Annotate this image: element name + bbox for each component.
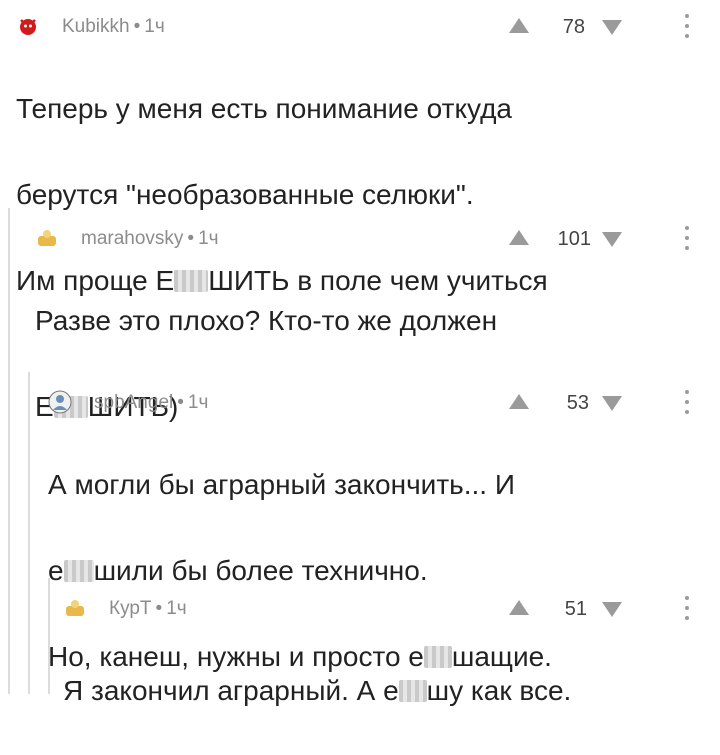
downvote-icon[interactable]	[602, 396, 622, 411]
text-line: е шили бы более технично.	[48, 555, 428, 586]
timestamp[interactable]: 1ч	[198, 228, 218, 249]
comment-meta: КурТ • 1ч	[109, 598, 187, 620]
downvote-icon[interactable]	[602, 20, 622, 35]
default-avatar[interactable]	[63, 596, 87, 620]
red-devil-avatar[interactable]	[16, 14, 40, 38]
censored-blur	[63, 560, 94, 582]
vote-count: 78	[562, 16, 585, 38]
timestamp[interactable]: 1ч	[144, 16, 164, 37]
vote-count: 53	[566, 392, 589, 414]
more-options-icon[interactable]	[681, 224, 693, 252]
comment-header: КурТ • 1ч 51	[63, 592, 705, 626]
censored-blur	[398, 680, 427, 702]
username[interactable]: marahovsky	[81, 228, 183, 249]
comment-text: Я закончил аграрный. А е шу как все.	[63, 626, 705, 755]
text-line: Теперь у меня есть понимание откуда	[16, 93, 512, 124]
upvote-icon[interactable]	[509, 394, 529, 409]
text-line: Я закончил аграрный. А е шу как все.	[63, 675, 572, 706]
comment: КурТ • 1ч 51 Я закончил аграрный. А е шу ка…	[63, 592, 705, 755]
vote-count: 101	[557, 228, 591, 250]
more-options-icon[interactable]	[681, 388, 693, 416]
username[interactable]: Kubikkh	[62, 16, 130, 37]
default-avatar[interactable]	[35, 226, 59, 250]
separator: •	[155, 598, 163, 619]
more-options-icon[interactable]	[681, 12, 693, 40]
comment-header: marahovsky • 1ч 101	[35, 222, 705, 256]
separator: •	[187, 228, 195, 249]
more-options-icon[interactable]	[681, 594, 693, 622]
separator: •	[133, 16, 141, 37]
text-line: Разве это плохо? Кто-то же должен	[35, 305, 498, 336]
timestamp[interactable]: 1ч	[166, 598, 186, 619]
vote-count: 51	[564, 598, 587, 620]
user-photo-avatar[interactable]	[48, 390, 72, 414]
timestamp[interactable]: 1ч	[188, 392, 208, 413]
username[interactable]: spbAngel	[94, 392, 173, 413]
thread-line[interactable]	[28, 372, 30, 694]
username[interactable]: КурТ	[109, 598, 152, 619]
comment-header: spbAngel • 1ч 53	[48, 386, 705, 420]
comment-meta: marahovsky • 1ч	[81, 228, 219, 250]
downvote-icon[interactable]	[602, 602, 622, 617]
downvote-icon[interactable]	[602, 232, 622, 247]
text-line: берутся "необразованные селюки".	[16, 179, 474, 210]
upvote-icon[interactable]	[509, 600, 529, 615]
upvote-icon[interactable]	[509, 230, 529, 245]
thread-line[interactable]	[8, 208, 10, 694]
comment-header: Kubikkh • 1ч 78	[16, 10, 706, 44]
text-line: А могли бы аграрный закончить... И	[48, 469, 515, 500]
comment-meta: Kubikkh • 1ч	[62, 16, 165, 38]
comment-meta: spbAngel • 1ч	[94, 392, 208, 414]
separator: •	[177, 392, 184, 413]
